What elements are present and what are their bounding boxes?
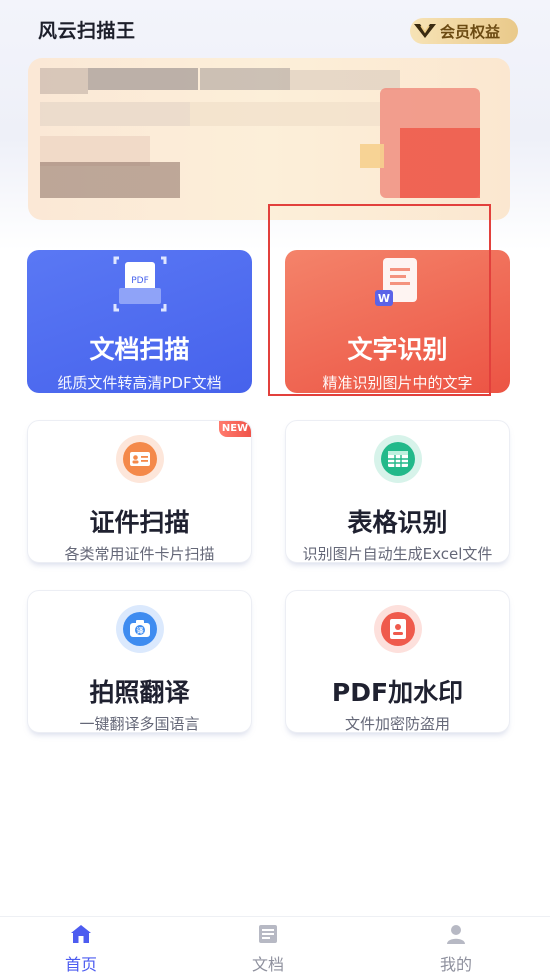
photo-translate-card[interactable]: 译 拍照翻译 一键翻译多国语言: [27, 590, 252, 733]
banner-blur-block: [200, 68, 290, 90]
id-card-icon: [115, 435, 164, 483]
id-scan-subtitle: 各类常用证件卡片扫描: [64, 545, 215, 563]
pdf-watermark-title: PDF加水印: [331, 678, 464, 707]
tab-home[interactable]: 首页: [41, 923, 121, 975]
text-recognition-title: 文字识别: [347, 335, 448, 364]
doc-scan-subtitle: 纸质文件转高清PDF文档: [57, 374, 222, 392]
banner-blur-block: [40, 162, 180, 198]
vip-benefits-label: 会员权益: [440, 22, 501, 41]
tab-profile[interactable]: 我的: [416, 923, 496, 975]
photo-translate-subtitle: 一键翻译多国语言: [79, 715, 200, 733]
svg-text:PDF: PDF: [131, 276, 149, 286]
vip-benefits-button[interactable]: 会员权益: [410, 18, 518, 44]
table-recognition-title: 表格识别: [347, 508, 448, 537]
banner-blur-block: [400, 128, 480, 198]
documents-icon: [256, 925, 280, 949]
pdf-watermark-card[interactable]: PDF加水印 文件加密防盗用: [285, 590, 510, 733]
camera-translate-icon: 译: [115, 605, 164, 653]
pdf-watermark-subtitle: 文件加密防盗用: [344, 715, 450, 733]
banner-blur-block: [40, 102, 190, 126]
table-recognition-card[interactable]: 表格识别 识别图片自动生成Excel文件: [285, 420, 510, 563]
pdf-scan-icon: PDF: [113, 256, 167, 316]
watermark-icon: [373, 605, 422, 653]
svg-text:译: 译: [136, 626, 144, 635]
photo-translate-title: 拍照翻译: [89, 678, 190, 707]
table-recognition-subtitle: 识别图片自动生成Excel文件: [302, 545, 493, 563]
text-recognition-subtitle: 精准识别图片中的文字: [322, 374, 473, 392]
text-recognition-card[interactable]: W 文字识别 精准识别图片中的文字: [285, 250, 510, 393]
tab-home-label: 首页: [64, 955, 97, 974]
vip-crown-icon: [410, 18, 440, 44]
banner-blur-block: [88, 68, 198, 90]
app-title: 风云扫描王: [38, 20, 136, 42]
tab-documents-label: 文档: [251, 955, 284, 974]
doc-scan-title: 文档扫描: [89, 335, 190, 364]
id-scan-card[interactable]: NEW 证件扫描 各类常用证件卡片扫描: [27, 420, 252, 563]
profile-icon: [444, 925, 468, 949]
banner-blur-block: [290, 70, 400, 90]
new-badge: NEW: [219, 421, 251, 437]
id-scan-title: 证件扫描: [89, 508, 190, 537]
bottom-tab-bar: 首页 文档 我的: [0, 916, 550, 979]
promo-banner[interactable]: [28, 58, 510, 220]
svg-text:W: W: [378, 292, 390, 305]
table-icon: [373, 435, 422, 483]
doc-scan-card[interactable]: PDF 文档扫描 纸质文件转高清PDF文档: [27, 250, 252, 393]
tab-profile-label: 我的: [439, 955, 472, 974]
banner-blur-block: [360, 144, 384, 168]
word-document-icon: W: [373, 256, 423, 314]
home-icon: [69, 925, 93, 949]
banner-blur-block: [40, 68, 88, 94]
banner-blur-block: [190, 102, 380, 126]
tab-documents[interactable]: 文档: [228, 923, 308, 975]
